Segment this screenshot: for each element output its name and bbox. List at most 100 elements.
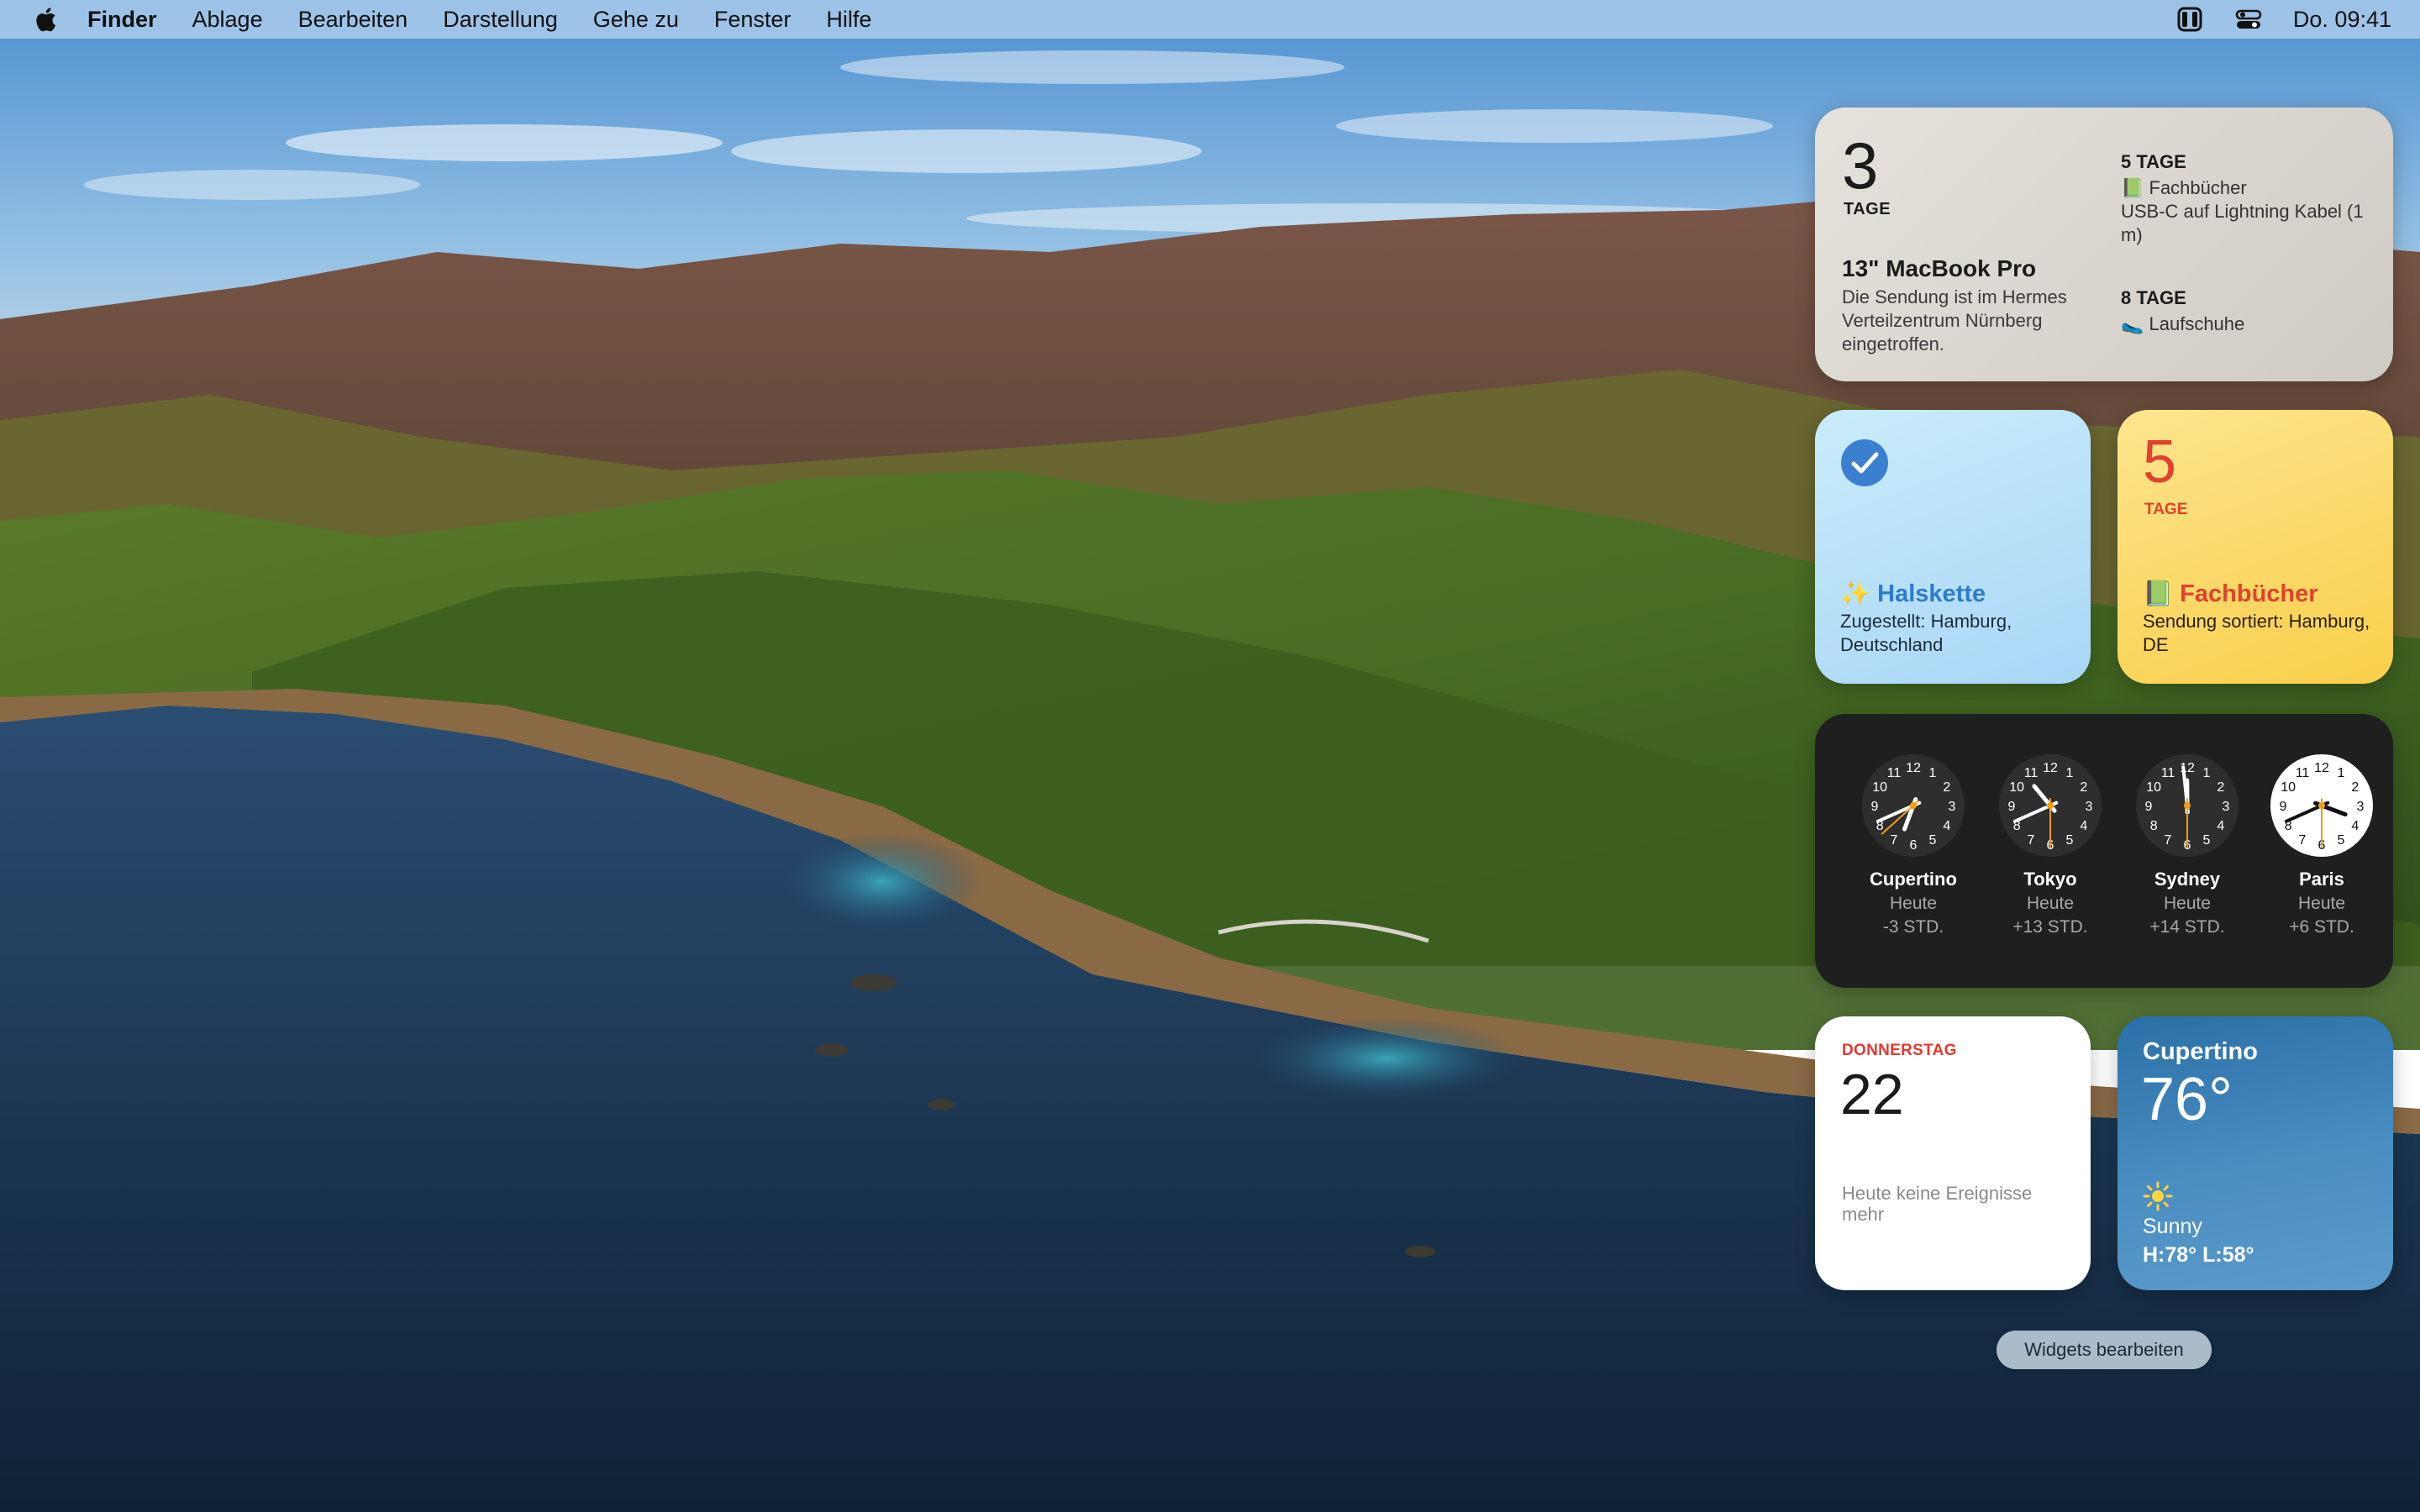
edit-widgets-button[interactable]: Widgets bearbeiten — [1996, 1331, 2212, 1369]
clock-numeral: 6 — [1910, 838, 1918, 853]
menu-app-finder[interactable]: Finder — [87, 7, 157, 33]
clock-city: Paris — [2299, 869, 2344, 890]
clock-numeral: 9 — [2008, 800, 2016, 814]
clock-day: Heute — [2297, 894, 2346, 913]
clock-numeral: 10 — [2281, 780, 2296, 795]
clock-numeral: 9 — [2145, 800, 2153, 814]
clock-numeral: 4 — [1943, 819, 1950, 833]
clock-center-pin — [1910, 802, 1917, 809]
clock-center-pin — [2184, 802, 2191, 809]
sidebar-icon[interactable] — [2175, 5, 2204, 34]
upcoming-item: 🥿 Laufschuhe — [2121, 313, 2245, 334]
clock-numeral: 1 — [1929, 766, 1937, 780]
parcel-widget-in-transit[interactable]: 5 TAGE 📗 Fachbücher Sendung sortiert: Ha… — [2118, 410, 2393, 684]
weather-city: Cupertino — [2143, 1038, 2258, 1065]
clock-offset: -3 STD. — [1882, 917, 1944, 937]
clock-numeral: 2 — [1943, 780, 1950, 795]
parcel-widget-delivered[interactable]: ✨ Halskette Zugestellt: Hamburg, Deutsch… — [1815, 410, 2091, 684]
clock-numeral: 3 — [2357, 800, 2365, 814]
transit-days-count: 5 — [2143, 428, 2177, 496]
clock-numeral: 11 — [2024, 766, 2039, 780]
clock-center-pin — [2318, 802, 2325, 809]
clock-day: Heute — [2163, 894, 2212, 913]
calendar-widget[interactable]: DONNERSTAG 22 Heute keine Ereignisse meh… — [1815, 1016, 2091, 1290]
upcoming-days: 5 TAGE — [2121, 151, 2186, 172]
upcoming-parcel: 8 TAGE 🥿 Laufschuhe — [2121, 287, 2381, 336]
clock-paris: 123456789101112 Paris Heute +6 STD. — [2259, 753, 2385, 937]
menu-bar-clock[interactable]: Do. 09:41 — [2293, 7, 2391, 33]
weather-widget[interactable]: Cupertino 76° Sunny H:78° L:58° — [2118, 1016, 2393, 1290]
clock-numeral: 7 — [2299, 833, 2307, 848]
clock-offset: +14 STD. — [2149, 917, 2225, 937]
clock-tokyo: 123456789101112 Tokyo Heute +13 STD. — [1987, 753, 2113, 937]
analog-clock-icon: 123456789101112 — [2270, 754, 2373, 857]
sun-icon — [2143, 1181, 2173, 1211]
transit-item-title: 📗 Fachbücher — [2143, 580, 2318, 607]
clock-city: Tokyo — [2023, 869, 2077, 890]
clock-city: Cupertino — [1870, 869, 1957, 890]
clock-numeral: 10 — [2146, 780, 2161, 795]
delivery-days-label: TAGE — [1844, 200, 1891, 218]
clock-numeral: 12 — [2043, 761, 2058, 775]
clock-numeral: 3 — [2223, 800, 2230, 814]
menu-bearbeiten[interactable]: Bearbeiten — [298, 7, 408, 33]
checkmark-circle-icon — [1841, 439, 1888, 486]
menu-hilfe[interactable]: Hilfe — [826, 7, 871, 33]
clock-numeral: 3 — [1949, 800, 1956, 814]
transit-days-label: TAGE — [2144, 501, 2188, 518]
clock-numeral: 10 — [1872, 780, 1887, 795]
calendar-no-events: Heute keine Ereignisse mehr — [1842, 1183, 2033, 1225]
clock-day: Heute — [2026, 894, 2075, 913]
parcel-description: Die Sendung ist im Hermes Verteilzentrum… — [1842, 286, 2067, 354]
clock-numeral: 12 — [1906, 761, 1921, 775]
parcel-widget-large[interactable]: 3 TAGE 13" MacBook Pro Die Sendung ist i… — [1815, 108, 2393, 381]
clock-numeral: 7 — [2165, 833, 2172, 848]
clock-numeral: 7 — [1891, 833, 1898, 848]
clock-numeral: 7 — [2028, 833, 2035, 848]
clock-numeral: 4 — [2217, 819, 2224, 833]
clock-numeral: 11 — [1887, 766, 1902, 780]
menu-bar: Finder Ablage Bearbeiten Darstellung Geh… — [0, 0, 2420, 39]
menu-gehe-zu[interactable]: Gehe zu — [593, 7, 679, 33]
clock-numeral: 8 — [2150, 819, 2158, 833]
upcoming-parcel: 5 TAGE 📗 Fachbücher USB-C auf Lightning … — [2121, 151, 2381, 247]
clock-numeral: 2 — [2080, 780, 2087, 795]
clock-numeral: 1 — [2203, 766, 2211, 780]
menu-ablage[interactable]: Ablage — [192, 7, 263, 33]
clock-numeral: 2 — [2217, 780, 2224, 795]
clock-numeral: 4 — [2080, 819, 2087, 833]
clock-numeral: 1 — [2066, 766, 2074, 780]
analog-clock-icon: 123456789101112 — [1862, 754, 1965, 857]
clock-city: Sydney — [2154, 869, 2221, 890]
clock-day: Heute — [1889, 894, 1938, 913]
clock-numeral: 11 — [2161, 766, 2175, 780]
clock-numeral: 9 — [1871, 800, 1879, 814]
clock-numeral: 2 — [2351, 780, 2359, 795]
menu-fenster[interactable]: Fenster — [714, 7, 792, 33]
delivered-item-title: ✨ Halskette — [1840, 580, 1986, 607]
transit-item-status: Sendung sortiert: Hamburg, DE — [2143, 611, 2370, 655]
world-clock-widget[interactable]: 1 2 3 4 5 6 7 8 9 10 11 12 Cupertino Heute -3 STD. … — [1815, 714, 2393, 988]
weather-temperature: 76° — [2141, 1066, 2233, 1133]
delivered-item-status: Zugestellt: Hamburg, Deutschland — [1840, 611, 2012, 655]
analog-clock-icon: 123456789101112 — [2136, 754, 2238, 857]
upcoming-detail: USB-C auf Lightning Kabel (1 m) — [2121, 201, 2364, 245]
clock-numeral: 5 — [1929, 833, 1937, 848]
calendar-date: 22 — [1840, 1063, 1904, 1126]
clock-sydney: 123456789101112 Sydney Heute +14 STD. — [2124, 753, 2250, 937]
upcoming-item: 📗 Fachbücher — [2121, 177, 2247, 198]
apple-logo-icon[interactable] — [32, 5, 57, 34]
clock-numeral: 5 — [2338, 833, 2345, 848]
weather-high-low: H:78° L:58° — [2143, 1243, 2254, 1267]
control-center-icon[interactable] — [2234, 5, 2263, 34]
analog-clock-icon: 123456789101112 — [1999, 754, 2102, 857]
clock-center-pin — [2047, 802, 2054, 809]
clock-numeral: 10 — [2009, 780, 2024, 795]
upcoming-days: 8 TAGE — [2121, 287, 2186, 308]
clock-offset: +13 STD. — [2012, 917, 2088, 937]
clock-cupertino: 1 2 3 4 5 6 7 8 9 10 11 12 Cupertino Heute -3 STD. — [1850, 753, 1976, 937]
clock-numeral: 4 — [2351, 819, 2359, 833]
clock-numeral: 11 — [2296, 766, 2310, 780]
weather-condition: Sunny — [2143, 1215, 2202, 1238]
menu-darstellung[interactable]: Darstellung — [443, 7, 558, 33]
